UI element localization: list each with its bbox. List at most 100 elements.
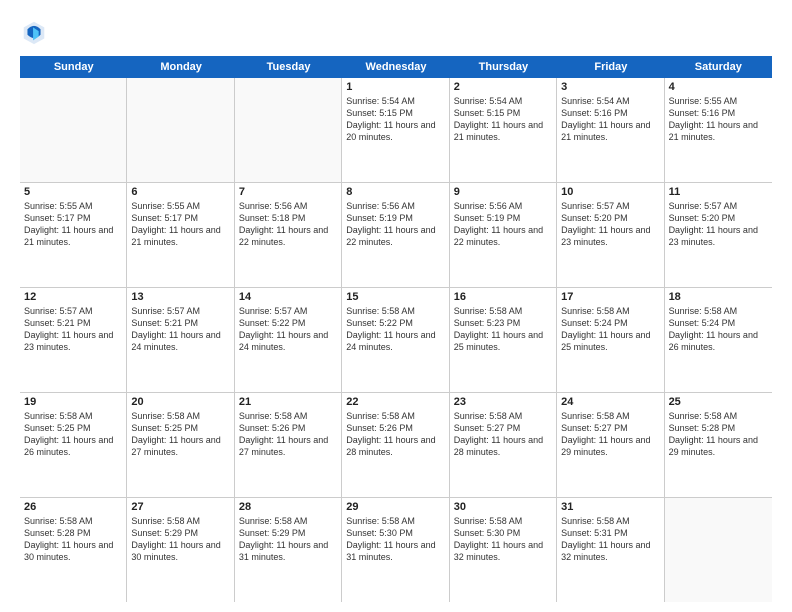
day-info: Sunrise: 5:54 AM Sunset: 5:15 PM Dayligh… — [454, 95, 552, 144]
day-number: 27 — [131, 501, 229, 513]
day-info: Sunrise: 5:55 AM Sunset: 5:17 PM Dayligh… — [131, 200, 229, 249]
day-number: 23 — [454, 396, 552, 408]
day-info: Sunrise: 5:58 AM Sunset: 5:29 PM Dayligh… — [239, 515, 337, 564]
day-cell-19: 19 Sunrise: 5:58 AM Sunset: 5:25 PM Dayli… — [20, 393, 127, 497]
day-number: 4 — [669, 81, 768, 93]
day-cell-9: 9 Sunrise: 5:56 AM Sunset: 5:19 PM Daylig… — [450, 183, 557, 287]
day-cell-27: 27Sunrise: 5:58 AM Sunset: 5:29 PM Dayli… — [127, 498, 234, 602]
day-number: 11 — [669, 186, 768, 198]
day-cell-23: 23 Sunrise: 5:58 AM Sunset: 5:27 PM Dayli… — [450, 393, 557, 497]
empty-cell — [665, 498, 772, 602]
day-number: 17 — [561, 291, 659, 303]
week-row-5: 26Sunrise: 5:58 AM Sunset: 5:28 PM Dayli… — [20, 498, 772, 602]
day-cell-25: 25 Sunrise: 5:58 AM Sunset: 5:28 PM Dayli… — [665, 393, 772, 497]
day-info: Sunrise: 5:58 AM Sunset: 5:30 PM Dayligh… — [454, 515, 552, 564]
day-number: 3 — [561, 81, 659, 93]
day-info: Sunrise: 5:58 AM Sunset: 5:27 PM Dayligh… — [454, 410, 552, 459]
day-number: 5 — [24, 186, 122, 198]
week-row-3: 12 Sunrise: 5:57 AM Sunset: 5:21 PM Dayli… — [20, 288, 772, 393]
day-cell-14: 14 Sunrise: 5:57 AM Sunset: 5:22 PM Dayli… — [235, 288, 342, 392]
day-info: Sunrise: 5:58 AM Sunset: 5:24 PM Dayligh… — [669, 305, 768, 354]
day-info: Sunrise: 5:58 AM Sunset: 5:22 PM Dayligh… — [346, 305, 444, 354]
day-info: Sunrise: 5:58 AM Sunset: 5:28 PM Dayligh… — [669, 410, 768, 459]
calendar-body: 1 Sunrise: 5:54 AM Sunset: 5:15 PM Daylig… — [20, 78, 772, 602]
day-cell-29: 29Sunrise: 5:58 AM Sunset: 5:30 PM Dayli… — [342, 498, 449, 602]
header — [20, 18, 772, 46]
day-number: 30 — [454, 501, 552, 513]
day-header-wednesday: Wednesday — [342, 56, 449, 78]
day-header-saturday: Saturday — [665, 56, 772, 78]
day-cell-7: 7 Sunrise: 5:56 AM Sunset: 5:18 PM Daylig… — [235, 183, 342, 287]
day-cell-10: 10 Sunrise: 5:57 AM Sunset: 5:20 PM Dayli… — [557, 183, 664, 287]
day-cell-21: 21Sunrise: 5:58 AM Sunset: 5:26 PM Dayli… — [235, 393, 342, 497]
day-number: 15 — [346, 291, 444, 303]
day-info: Sunrise: 5:58 AM Sunset: 5:25 PM Dayligh… — [131, 410, 229, 459]
day-info: Sunrise: 5:58 AM Sunset: 5:26 PM Dayligh… — [346, 410, 444, 459]
day-header-monday: Monday — [127, 56, 234, 78]
day-cell-3: 3 Sunrise: 5:54 AM Sunset: 5:16 PM Daylig… — [557, 78, 664, 182]
empty-cell — [127, 78, 234, 182]
day-number: 1 — [346, 81, 444, 93]
week-row-4: 19 Sunrise: 5:58 AM Sunset: 5:25 PM Dayli… — [20, 393, 772, 498]
day-info: Sunrise: 5:58 AM Sunset: 5:23 PM Dayligh… — [454, 305, 552, 354]
empty-cell — [235, 78, 342, 182]
day-cell-28: 28 Sunrise: 5:58 AM Sunset: 5:29 PM Dayli… — [235, 498, 342, 602]
day-cell-8: 8 Sunrise: 5:56 AM Sunset: 5:19 PM Daylig… — [342, 183, 449, 287]
day-info: Sunrise: 5:56 AM Sunset: 5:19 PM Dayligh… — [454, 200, 552, 249]
day-info: Sunrise: 5:58 AM Sunset: 5:30 PM Dayligh… — [346, 515, 444, 564]
day-header-sunday: Sunday — [20, 56, 127, 78]
day-cell-2: 2Sunrise: 5:54 AM Sunset: 5:15 PM Daylig… — [450, 78, 557, 182]
day-number: 8 — [346, 186, 444, 198]
day-number: 20 — [131, 396, 229, 408]
day-info: Sunrise: 5:58 AM Sunset: 5:25 PM Dayligh… — [24, 410, 122, 459]
day-cell-11: 11Sunrise: 5:57 AM Sunset: 5:20 PM Dayli… — [665, 183, 772, 287]
day-cell-17: 17 Sunrise: 5:58 AM Sunset: 5:24 PM Dayli… — [557, 288, 664, 392]
day-cell-31: 31Sunrise: 5:58 AM Sunset: 5:31 PM Dayli… — [557, 498, 664, 602]
day-info: Sunrise: 5:54 AM Sunset: 5:15 PM Dayligh… — [346, 95, 444, 144]
day-number: 6 — [131, 186, 229, 198]
day-header-thursday: Thursday — [450, 56, 557, 78]
day-cell-30: 30 Sunrise: 5:58 AM Sunset: 5:30 PM Dayli… — [450, 498, 557, 602]
page: SundayMondayTuesdayWednesdayThursdayFrid… — [0, 0, 792, 612]
day-cell-1: 1 Sunrise: 5:54 AM Sunset: 5:15 PM Daylig… — [342, 78, 449, 182]
day-number: 7 — [239, 186, 337, 198]
day-info: Sunrise: 5:56 AM Sunset: 5:19 PM Dayligh… — [346, 200, 444, 249]
day-info: Sunrise: 5:57 AM Sunset: 5:20 PM Dayligh… — [561, 200, 659, 249]
day-cell-22: 22Sunrise: 5:58 AM Sunset: 5:26 PM Dayli… — [342, 393, 449, 497]
day-info: Sunrise: 5:58 AM Sunset: 5:26 PM Dayligh… — [239, 410, 337, 459]
day-number: 28 — [239, 501, 337, 513]
week-row-1: 1 Sunrise: 5:54 AM Sunset: 5:15 PM Daylig… — [20, 78, 772, 183]
day-info: Sunrise: 5:58 AM Sunset: 5:31 PM Dayligh… — [561, 515, 659, 564]
day-header-tuesday: Tuesday — [235, 56, 342, 78]
empty-cell — [20, 78, 127, 182]
day-cell-15: 15 Sunrise: 5:58 AM Sunset: 5:22 PM Dayli… — [342, 288, 449, 392]
day-number: 12 — [24, 291, 122, 303]
day-info: Sunrise: 5:57 AM Sunset: 5:21 PM Dayligh… — [24, 305, 122, 354]
day-header-friday: Friday — [557, 56, 664, 78]
day-info: Sunrise: 5:57 AM Sunset: 5:22 PM Dayligh… — [239, 305, 337, 354]
day-cell-5: 5 Sunrise: 5:55 AM Sunset: 5:17 PM Daylig… — [20, 183, 127, 287]
day-number: 16 — [454, 291, 552, 303]
day-number: 19 — [24, 396, 122, 408]
day-number: 24 — [561, 396, 659, 408]
day-cell-20: 20 Sunrise: 5:58 AM Sunset: 5:25 PM Dayli… — [127, 393, 234, 497]
day-cell-26: 26Sunrise: 5:58 AM Sunset: 5:28 PM Dayli… — [20, 498, 127, 602]
calendar: SundayMondayTuesdayWednesdayThursdayFrid… — [20, 56, 772, 602]
day-number: 25 — [669, 396, 768, 408]
day-number: 10 — [561, 186, 659, 198]
day-info: Sunrise: 5:55 AM Sunset: 5:17 PM Dayligh… — [24, 200, 122, 249]
day-info: Sunrise: 5:54 AM Sunset: 5:16 PM Dayligh… — [561, 95, 659, 144]
day-cell-4: 4Sunrise: 5:55 AM Sunset: 5:16 PM Daylig… — [665, 78, 772, 182]
day-info: Sunrise: 5:58 AM Sunset: 5:24 PM Dayligh… — [561, 305, 659, 354]
day-number: 26 — [24, 501, 122, 513]
day-info: Sunrise: 5:58 AM Sunset: 5:27 PM Dayligh… — [561, 410, 659, 459]
day-info: Sunrise: 5:56 AM Sunset: 5:18 PM Dayligh… — [239, 200, 337, 249]
logo-icon — [20, 18, 48, 46]
day-number: 13 — [131, 291, 229, 303]
day-cell-16: 16 Sunrise: 5:58 AM Sunset: 5:23 PM Dayli… — [450, 288, 557, 392]
day-cell-6: 6 Sunrise: 5:55 AM Sunset: 5:17 PM Daylig… — [127, 183, 234, 287]
day-number: 9 — [454, 186, 552, 198]
day-cell-13: 13Sunrise: 5:57 AM Sunset: 5:21 PM Dayli… — [127, 288, 234, 392]
day-number: 18 — [669, 291, 768, 303]
day-number: 14 — [239, 291, 337, 303]
